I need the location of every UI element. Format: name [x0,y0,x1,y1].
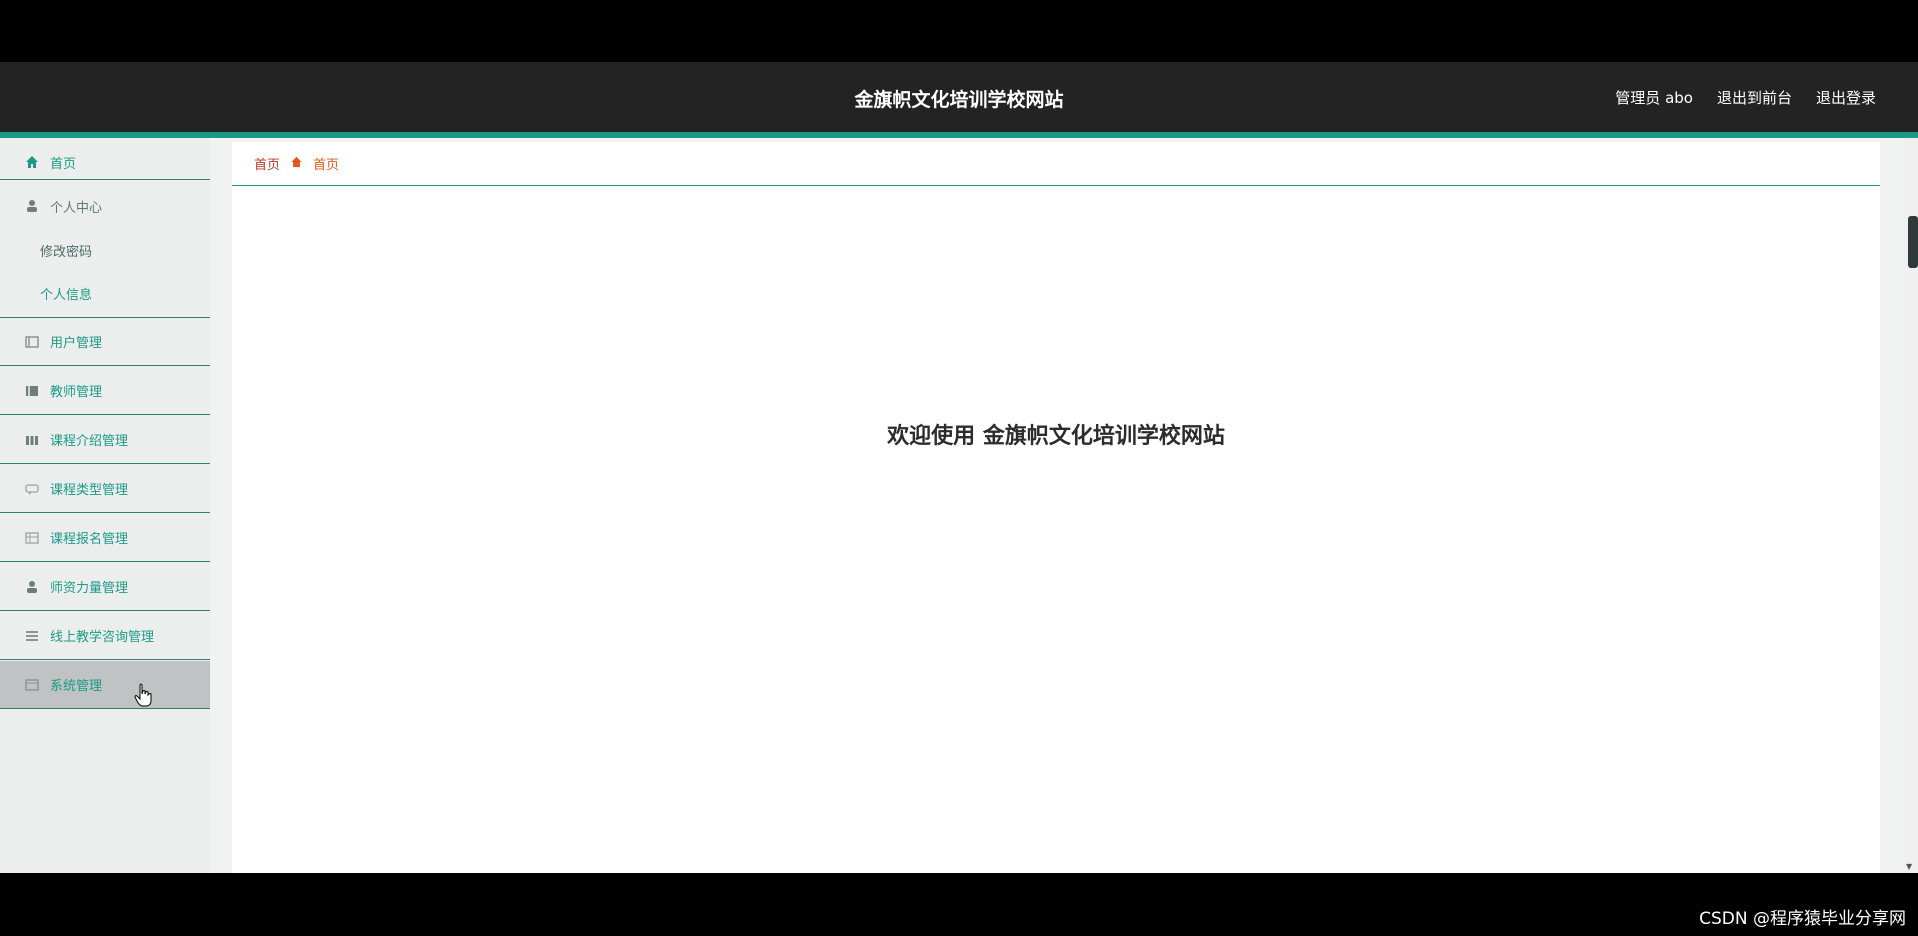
page-scrollbar[interactable]: ▼ [1904,138,1918,873]
screen-frame: 金旗帜文化培训学校网站 管理员 abo 退出到前台 退出登录 首页 个人中心 修… [0,0,1918,936]
sidebar-item-faculty-management[interactable]: 师资力量管理 [0,563,210,611]
sidebar-subitem-personal-info[interactable]: 个人信息 [0,270,210,318]
menu-icon [24,628,40,644]
user-icon [24,579,40,595]
app-body: 首页 个人中心 修改密码 个人信息 用户管理 教师管理 课程介绍管理 课程类型管… [0,138,1918,873]
watermark: CSDN @程序猿毕业分享网 [1699,909,1906,929]
bars-icon [24,432,40,448]
sidebar-item-label: 个人中心 [50,200,103,216]
breadcrumb-home-link[interactable]: 首页 [254,154,280,173]
list-icon [24,383,40,399]
home-icon [290,156,303,172]
welcome-message: 欢迎使用 金旗帜文化培训学校网站 [887,424,1225,449]
main-panel: 首页 首页 欢迎使用 金旗帜文化培训学校网站 [232,142,1880,873]
sidebar-item-label: 用户管理 [50,336,103,351]
sidebar-item-course-intro-management[interactable]: 课程介绍管理 [0,416,210,464]
chat-icon [24,481,40,497]
sidebar-item-label: 教师管理 [50,385,103,400]
sidebar-item-label: 首页 [50,156,77,172]
scroll-down-icon[interactable]: ▼ [1906,862,1912,871]
exit-to-front-link[interactable]: 退出到前台 [1717,87,1792,108]
grid-icon [24,530,40,546]
sidebar-item-label: 系统管理 [50,679,103,694]
header-links: 管理员 abo 退出到前台 退出登录 [1615,87,1876,108]
sidebar-item-label: 师资力量管理 [50,581,129,596]
sidebar-item-label: 课程报名管理 [50,532,129,547]
sidebar-item-teacher-management[interactable]: 教师管理 [0,367,210,415]
sidebar-item-label: 课程介绍管理 [50,434,129,449]
hand-cursor-icon [134,683,152,707]
sidebar-item-course-type-management[interactable]: 课程类型管理 [0,465,210,513]
sidebar-item-label: 线上教学咨询管理 [50,630,155,645]
user-icon [24,198,40,214]
breadcrumb: 首页 首页 [254,154,339,173]
admin-user-label[interactable]: 管理员 abo [1615,87,1693,108]
list-icon [24,334,40,350]
sidebar-item-home[interactable]: 首页 [0,138,210,186]
sidebar-item-label: 课程类型管理 [50,483,129,498]
sidebar-item-label: 修改密码 [40,244,93,260]
logout-link[interactable]: 退出登录 [1816,87,1876,108]
top-header: 金旗帜文化培训学校网站 管理员 abo 退出到前台 退出登录 [0,62,1918,132]
home-icon [24,154,40,170]
box-icon [24,677,40,693]
sidebar-item-system-management[interactable]: 系统管理 [0,661,210,709]
sidebar-item-personal-center[interactable]: 个人中心 [0,182,210,230]
sidebar-subitem-change-password[interactable]: 修改密码 [0,226,210,274]
sidebar-item-label: 个人信息 [40,288,93,303]
sidebar: 首页 个人中心 修改密码 个人信息 用户管理 教师管理 课程介绍管理 课程类型管… [0,138,210,873]
breadcrumb-current: 首页 [313,158,340,173]
sidebar-item-online-consult-management[interactable]: 线上教学咨询管理 [0,612,210,660]
breadcrumb-divider [232,185,1880,186]
sidebar-item-user-management[interactable]: 用户管理 [0,318,210,366]
scrollbar-thumb[interactable] [1908,216,1918,268]
sidebar-item-course-registration-management[interactable]: 课程报名管理 [0,514,210,562]
